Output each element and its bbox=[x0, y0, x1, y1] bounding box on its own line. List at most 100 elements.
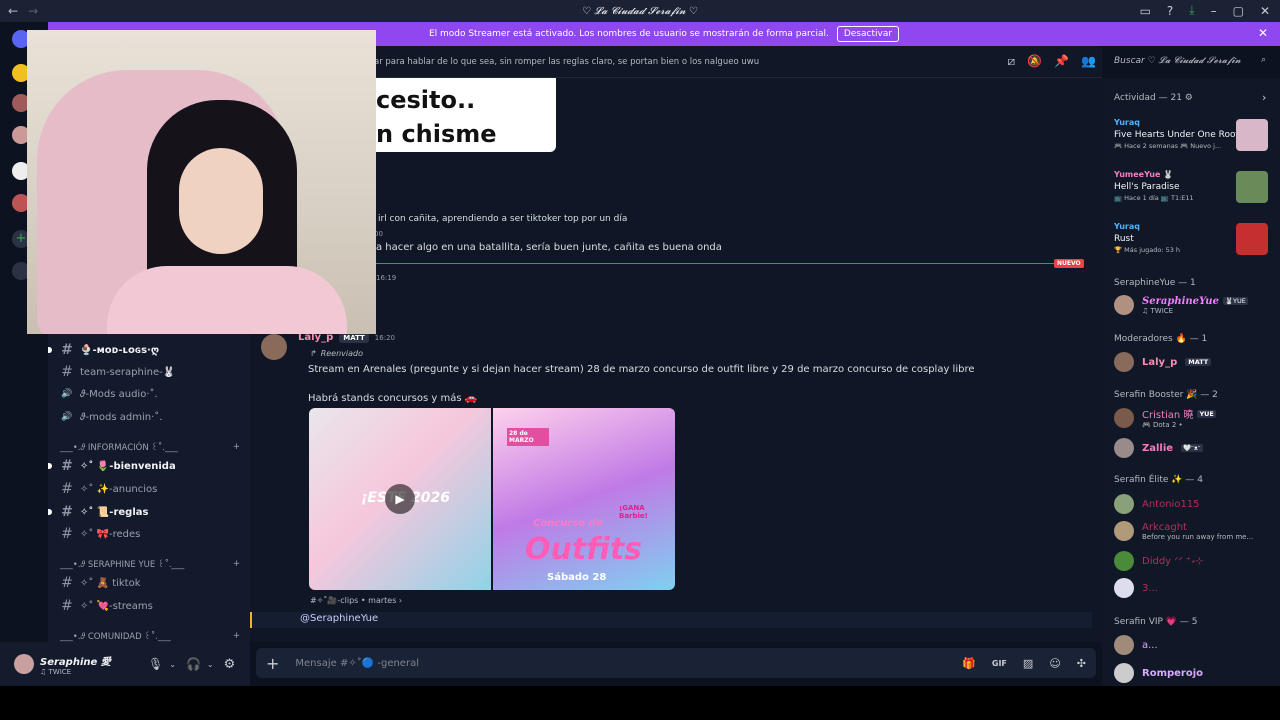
member-row[interactable]: Arkcaght Before you run away from me... bbox=[1114, 521, 1274, 541]
member-row[interactable]: a... bbox=[1114, 635, 1274, 655]
poster-win: ¡GANA Barbie! bbox=[619, 504, 648, 520]
person-body bbox=[107, 266, 347, 334]
maximize-icon[interactable]: ▢ bbox=[1233, 4, 1244, 18]
member-name: Cristian 曉 bbox=[1142, 410, 1194, 421]
member-row[interactable]: Laly_p MATT bbox=[1114, 352, 1274, 372]
channel-redes[interactable]: # ✧˚ 🎀-redes bbox=[60, 525, 140, 543]
username[interactable]: Seraphine 愛 bbox=[40, 653, 126, 668]
channel-mods-audio[interactable]: 🔊 𝜗-Mods audio·˚. bbox=[60, 385, 158, 403]
group-header: Moderadores 🔥 — 1 bbox=[1114, 334, 1208, 344]
channel-mod-logs[interactable]: # 🍨-ᴍᴏᴅ-ʟᴏɢꜱ·ღ bbox=[48, 341, 159, 359]
member-name: Diddy ᐟᐟ ⁺˖⊹ bbox=[1142, 555, 1204, 567]
minimize-icon[interactable]: – bbox=[1211, 4, 1217, 18]
chevron-down-icon[interactable]: ⌄ bbox=[169, 660, 176, 669]
settings-gear-icon[interactable]: ⚙ bbox=[224, 657, 236, 672]
headphones-icon[interactable]: 🎧 bbox=[186, 657, 201, 671]
channel-mods-admin[interactable]: 🔊 𝜗-mods admin·˚. bbox=[60, 408, 162, 426]
members-icon[interactable]: 👥 bbox=[1081, 54, 1096, 69]
member-name: Romperojo bbox=[1142, 667, 1204, 679]
add-channel-icon[interactable]: + bbox=[233, 442, 240, 453]
message-composer[interactable]: + Mensaje #✧˚🔵 -general 🎁 GIF ▨ ☺ ✣ bbox=[256, 648, 1096, 678]
chevron-down-icon[interactable]: ⌄ bbox=[207, 660, 214, 669]
category-comunidad[interactable]: ___•.𝜗 COMUNIDAD ꒰˚.___ + bbox=[60, 631, 240, 642]
message-input[interactable]: Mensaje #✧˚🔵 -general bbox=[295, 658, 962, 669]
add-channel-icon[interactable]: + bbox=[233, 559, 240, 570]
member-row[interactable]: Cristian 曉 YUE 🎮 Dota 2 • bbox=[1114, 406, 1274, 429]
microphone-icon[interactable]: 🎙 bbox=[148, 657, 163, 671]
avatar bbox=[1114, 635, 1134, 655]
channel-label: 🍨-ᴍᴏᴅ-ʟᴏɢꜱ·ღ bbox=[80, 344, 159, 356]
mention-text[interactable]: @SeraphineYue bbox=[300, 613, 378, 624]
channel-topic[interactable]: ar para hablar de lo que sea, sin romper… bbox=[374, 57, 759, 67]
add-attachment-icon[interactable]: + bbox=[266, 654, 279, 673]
inbox-icon[interactable]: ▭ bbox=[1140, 4, 1151, 18]
activity-card[interactable]: Yuraq Five Hearts Under One Roof 🎮 Hace … bbox=[1114, 118, 1274, 151]
notifications-off-icon[interactable]: 🔕 bbox=[1027, 54, 1042, 69]
author-avatar[interactable] bbox=[261, 334, 287, 360]
activity-header[interactable]: Actividad — 21 ⚙ bbox=[1114, 93, 1193, 103]
member-row[interactable]: Antonio115 bbox=[1114, 494, 1274, 514]
gift-icon[interactable]: 🎁 bbox=[962, 657, 976, 670]
disable-streamer-button[interactable]: Desactivar bbox=[836, 26, 900, 42]
member-row[interactable]: SeraphineYue 🐰YUE ♫ TWICE bbox=[1114, 295, 1274, 315]
channel-reglas[interactable]: # ✧˚ 📜-reglas bbox=[48, 503, 148, 521]
channel-label: ✧˚ 🌷-bienvenida bbox=[80, 460, 176, 472]
hash-icon: # bbox=[61, 364, 73, 380]
apps-icon[interactable]: ✣ bbox=[1077, 657, 1086, 670]
channel-label: 𝜗-Mods audio·˚. bbox=[80, 388, 158, 400]
channel-tiktok[interactable]: # ✧˚ 🧸 tiktok bbox=[60, 574, 140, 592]
category-informacion[interactable]: ___•.𝜗 INFORMACIÓN ꒰˚.___ + bbox=[60, 442, 240, 453]
member-status: Before you run away from me... bbox=[1142, 532, 1254, 541]
forward-arrow-icon[interactable]: → bbox=[28, 4, 38, 18]
pin-icon[interactable]: 📌 bbox=[1054, 54, 1069, 69]
channel-label: 𝜗-mods admin·˚. bbox=[80, 411, 163, 423]
forward-source[interactable]: #✧˚🎥-clips • martes › bbox=[310, 596, 402, 605]
avatar[interactable] bbox=[14, 654, 34, 674]
member-tag: MATT bbox=[1185, 358, 1212, 366]
unread-indicator bbox=[48, 463, 52, 469]
channel-label: ✧˚ 🎀-redes bbox=[80, 528, 141, 540]
channel-streams[interactable]: # ✧˚ 💘-streams bbox=[60, 597, 153, 615]
channel-bienvenida[interactable]: # ✧˚ 🌷-bienvenida bbox=[48, 457, 176, 475]
member-row[interactable]: Diddy ᐟᐟ ⁺˖⊹ bbox=[1114, 551, 1274, 571]
member-list: Actividad — 21 ⚙ › Yuraq Five Hearts Und… bbox=[1102, 78, 1280, 686]
activity-card[interactable]: YumeeYue 🐰 Hell's Paradise 📺 Hace 1 día … bbox=[1114, 170, 1274, 203]
add-channel-icon[interactable]: + bbox=[233, 631, 240, 642]
activity-thumbnail bbox=[1236, 223, 1268, 255]
chevron-right-icon[interactable]: › bbox=[1262, 91, 1266, 104]
threads-icon[interactable]: ⧄ bbox=[1008, 54, 1016, 69]
meme-text: cesito.. bbox=[376, 86, 476, 114]
close-window-icon[interactable]: ✕ bbox=[1260, 4, 1270, 18]
attachment-video[interactable]: ¡ESTE 2026 ▶ bbox=[309, 408, 491, 590]
channel-anuncios[interactable]: # ✧˚ ✨-anuncios bbox=[60, 480, 157, 498]
download-icon[interactable]: ⤓ bbox=[1189, 3, 1194, 18]
emoji-icon[interactable]: ☺ bbox=[1049, 657, 1060, 670]
back-arrow-icon[interactable]: ← bbox=[8, 4, 18, 18]
member-row[interactable]: Zallie 🤍ᵔᴥᵔ bbox=[1114, 438, 1274, 458]
channel-team-seraphine[interactable]: # team-seraphine-🐰 bbox=[60, 363, 175, 381]
hash-icon: # bbox=[61, 526, 73, 542]
hash-icon: # bbox=[61, 458, 73, 474]
play-icon[interactable]: ▶ bbox=[385, 484, 415, 514]
activity-card[interactable]: Yuraq Rust 🏆 Más jugado: 53 h bbox=[1114, 222, 1274, 255]
channel-label: team-seraphine-🐰 bbox=[80, 366, 176, 378]
meme-text: n chisme bbox=[376, 120, 497, 148]
member-name: SeraphineYue bbox=[1142, 295, 1219, 307]
member-row[interactable]: Romperojo bbox=[1114, 663, 1274, 683]
member-row[interactable]: 3... bbox=[1114, 578, 1274, 598]
poster-day: Sábado 28 bbox=[547, 572, 607, 583]
avatar bbox=[1114, 407, 1134, 428]
help-icon[interactable]: ? bbox=[1167, 4, 1173, 18]
meme-image[interactable]: cesito.. n chisme bbox=[376, 78, 556, 152]
group-header: Serafin VIP 💗 — 5 bbox=[1114, 617, 1198, 627]
sticker-icon[interactable]: ▨ bbox=[1023, 657, 1033, 670]
category-seraphine-yue[interactable]: ___•.𝜗 SERAPHINE YUE ꒰˚.___ + bbox=[60, 559, 240, 570]
gif-icon[interactable]: GIF bbox=[992, 659, 1007, 668]
search-input[interactable]: Buscar ♡ 𝓛𝓪 𝓒𝓲𝓾𝓭𝓪𝓭 𝓢𝓮𝓻𝓪𝓯𝓲𝓷 ⌕ bbox=[1108, 52, 1272, 72]
new-messages-divider bbox=[376, 263, 1082, 264]
avatar bbox=[1114, 551, 1134, 571]
close-banner-icon[interactable]: ✕ bbox=[1258, 26, 1268, 40]
attachment-poster[interactable]: 28 de MARZO ¡GANA Barbie! Concurso de Ou… bbox=[493, 408, 675, 590]
member-name: Antonio115 bbox=[1142, 498, 1200, 510]
member-name: 3... bbox=[1142, 582, 1158, 594]
